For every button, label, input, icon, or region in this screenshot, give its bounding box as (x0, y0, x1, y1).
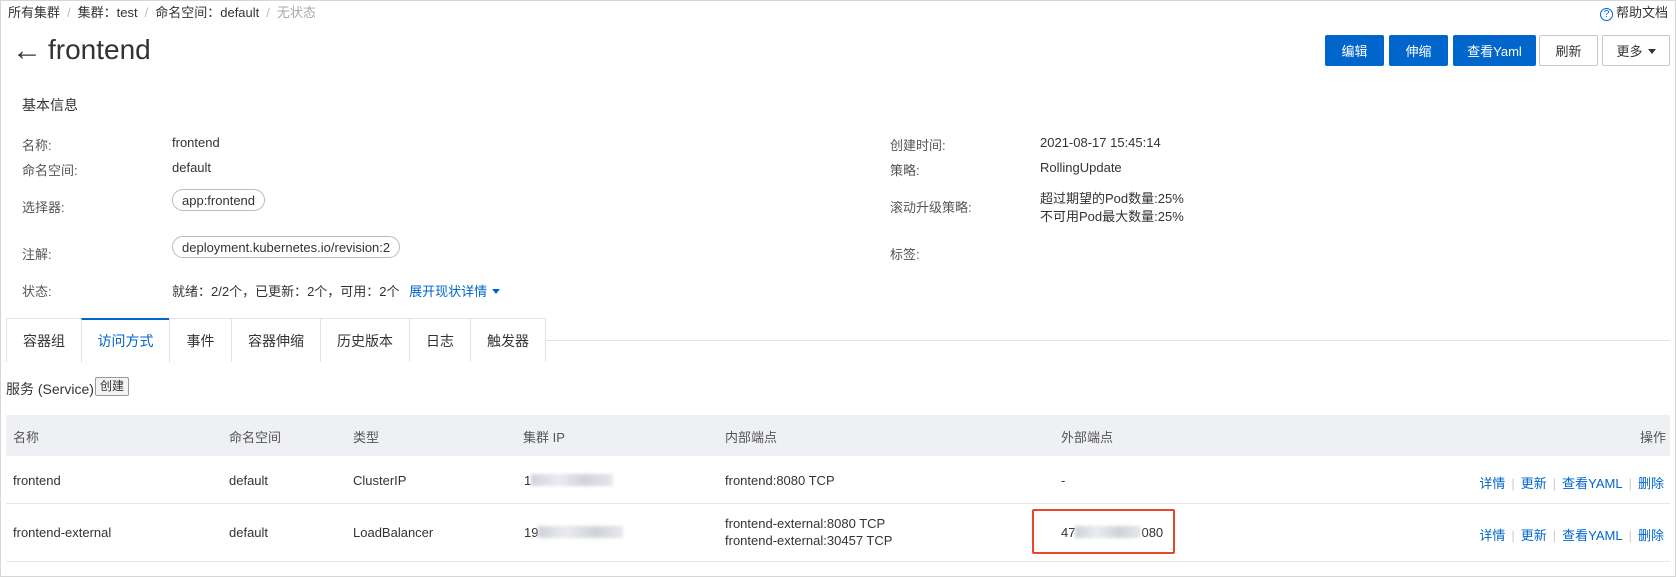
help-link[interactable]: ? 帮助文档 (1599, 2, 1668, 21)
service-name-link[interactable]: frontend (13, 473, 61, 488)
update-link[interactable]: 更新 (1521, 528, 1547, 543)
view-yaml-button[interactable]: 查看Yaml (1453, 35, 1536, 66)
delete-link[interactable]: 删除 (1638, 528, 1664, 543)
selector-tag: app:frontend (172, 189, 266, 211)
tab-autoscaling[interactable]: 容器伸缩 (231, 318, 321, 362)
status-text: 就绪：2/2个，已更新：2个，可用：2个 (172, 284, 400, 299)
expand-status-link[interactable]: 展开现状详情 (409, 284, 501, 299)
service-cluster-ip: 1 (524, 473, 614, 488)
expand-status-label: 展开现状详情 (409, 284, 488, 299)
breadcrumb-all-clusters[interactable]: 所有集群 (8, 5, 60, 20)
more-button[interactable]: 更多 (1602, 35, 1670, 66)
status-value: 就绪：2/2个，已更新：2个，可用：2个 展开现状详情 (172, 281, 501, 300)
details-link[interactable]: 详情 (1479, 528, 1505, 543)
service-type: LoadBalancer (353, 525, 434, 540)
service-section-title: 服务 (Service) (6, 381, 94, 397)
highlight-box (1032, 509, 1175, 554)
scale-button[interactable]: 伸缩 (1389, 35, 1448, 66)
tab-logs[interactable]: 日志 (409, 318, 471, 362)
name-value: frontend (172, 135, 220, 150)
namespace-label: 命名空间: (22, 163, 78, 178)
column-name: 名称 (13, 430, 40, 445)
row-actions: 详情 | 更新 | 查看YAML | 删除 (1479, 476, 1664, 491)
rolling-update-line-1: 超过期望的Pod数量:25% (1040, 191, 1184, 206)
tab-triggers[interactable]: 触发器 (470, 318, 546, 362)
basic-info-title: 基本信息 (22, 97, 78, 113)
service-internal-endpoint: frontend-external:8080 TCP (725, 516, 886, 531)
redacted-ip (538, 526, 624, 538)
service-type: ClusterIP (353, 473, 407, 488)
name-label: 名称: (22, 138, 52, 153)
page-title: frontend (48, 34, 151, 65)
service-cluster-ip: 19 (524, 525, 624, 540)
breadcrumb-namespace[interactable]: 命名空间：default (155, 5, 259, 20)
created-label: 创建时间: (890, 138, 946, 153)
row-actions: 详情 | 更新 | 查看YAML | 删除 (1479, 528, 1664, 543)
service-external-endpoint: - (1061, 473, 1066, 488)
refresh-button[interactable]: 刷新 (1539, 35, 1598, 66)
column-type: 类型 (353, 430, 380, 445)
help-label: 帮助文档 (1615, 5, 1668, 20)
cluster-ip-visible: 1 (524, 473, 532, 488)
column-external-endpoint: 外部端点 (1061, 430, 1114, 445)
tab-pods[interactable]: 容器组 (6, 318, 82, 362)
annotation-tag: deployment.kubernetes.io/revision:2 (172, 236, 401, 258)
labels-label: 标签: (890, 247, 920, 262)
rolling-update-label: 滚动升级策略: (890, 200, 972, 215)
service-namespace: default (229, 525, 269, 540)
tab-access-method[interactable]: 访问方式 (81, 318, 170, 363)
rolling-update-line-2: 不可用Pod最大数量:25% (1040, 209, 1184, 224)
chevron-down-icon (492, 289, 501, 294)
status-label: 状态: (22, 284, 52, 299)
create-service-button[interactable]: 创建 (95, 377, 130, 396)
breadcrumb-current: 无状态 (276, 5, 316, 20)
service-internal-endpoint: frontend-external:30457 TCP (725, 533, 893, 548)
service-namespace: default (229, 473, 269, 488)
column-internal-endpoint: 内部端点 (725, 430, 778, 445)
strategy-value: RollingUpdate (1040, 160, 1122, 175)
update-link[interactable]: 更新 (1521, 476, 1547, 491)
service-name-link[interactable]: frontend-external (13, 525, 111, 540)
tab-history[interactable]: 历史版本 (320, 318, 410, 362)
row-divider (6, 561, 1670, 562)
column-namespace: 命名空间 (229, 430, 282, 445)
created-value: 2021-08-17 15:45:14 (1040, 135, 1161, 150)
breadcrumb: 所有集群 / 集群：test / 命名空间：default / 无状态 (8, 5, 316, 20)
help-icon: ? (1599, 8, 1613, 21)
column-actions: 操作 (1639, 430, 1666, 445)
delete-link[interactable]: 删除 (1638, 476, 1664, 491)
breadcrumb-cluster[interactable]: 集群：test (78, 5, 138, 20)
namespace-value: default (172, 160, 212, 175)
cluster-ip-visible: 19 (524, 525, 539, 540)
chevron-down-icon (1647, 49, 1656, 54)
service-internal-endpoint: frontend:8080 TCP (725, 473, 835, 488)
edit-button[interactable]: 编辑 (1325, 35, 1384, 66)
strategy-label: 策略: (890, 163, 920, 178)
details-link[interactable]: 详情 (1479, 476, 1505, 491)
more-button-label: 更多 (1616, 44, 1643, 59)
redacted-ip (531, 474, 614, 486)
selector-label: 选择器: (22, 200, 65, 215)
back-arrow-icon[interactable]: ← (12, 36, 42, 66)
column-cluster-ip: 集群 IP (523, 430, 565, 445)
view-yaml-link[interactable]: 查看YAML (1562, 528, 1622, 543)
tab-events[interactable]: 事件 (169, 318, 232, 362)
view-yaml-link[interactable]: 查看YAML (1562, 476, 1622, 491)
row-divider (6, 503, 1670, 504)
annotation-label: 注解: (22, 247, 52, 262)
